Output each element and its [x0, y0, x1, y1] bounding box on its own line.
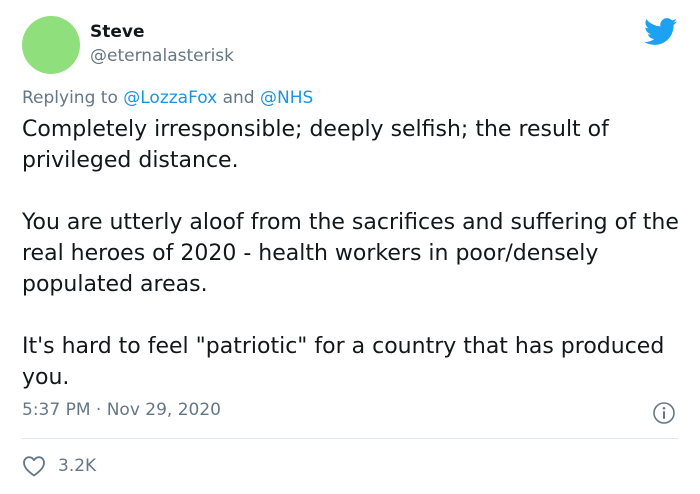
tweet-card: Steve @eternalasterisk Replying to @Lozz…: [0, 0, 700, 494]
author-handle[interactable]: @eternalasterisk: [90, 46, 234, 66]
reply-joiner: and: [217, 88, 260, 108]
twitter-bird-icon[interactable]: [644, 18, 678, 46]
like-button[interactable]: 3.2K: [22, 455, 96, 477]
reply-context: Replying to @LozzaFox and @NHS: [22, 88, 313, 108]
tweet-paragraph: Completely irresponsible; deeply selfish…: [22, 117, 609, 173]
tweet-paragraph: It's hard to feel "patriotic" for a coun…: [22, 334, 665, 390]
heart-icon: [23, 456, 45, 477]
info-icon[interactable]: [652, 401, 676, 425]
mention-nhs[interactable]: @NHS: [260, 88, 313, 108]
divider: [22, 438, 678, 439]
tweet-paragraph: You are utterly aloof from the sacrifice…: [22, 210, 679, 297]
like-count: 3.2K: [58, 456, 97, 476]
mention-lozzafox[interactable]: @LozzaFox: [123, 88, 217, 108]
reply-prefix: Replying to: [22, 88, 124, 108]
tweet-text: Completely irresponsible; deeply selfish…: [22, 114, 682, 393]
avatar[interactable]: [22, 16, 80, 74]
tweet-timestamp[interactable]: 5:37 PM · Nov 29, 2020: [22, 400, 221, 420]
author-display-name[interactable]: Steve: [90, 22, 145, 42]
